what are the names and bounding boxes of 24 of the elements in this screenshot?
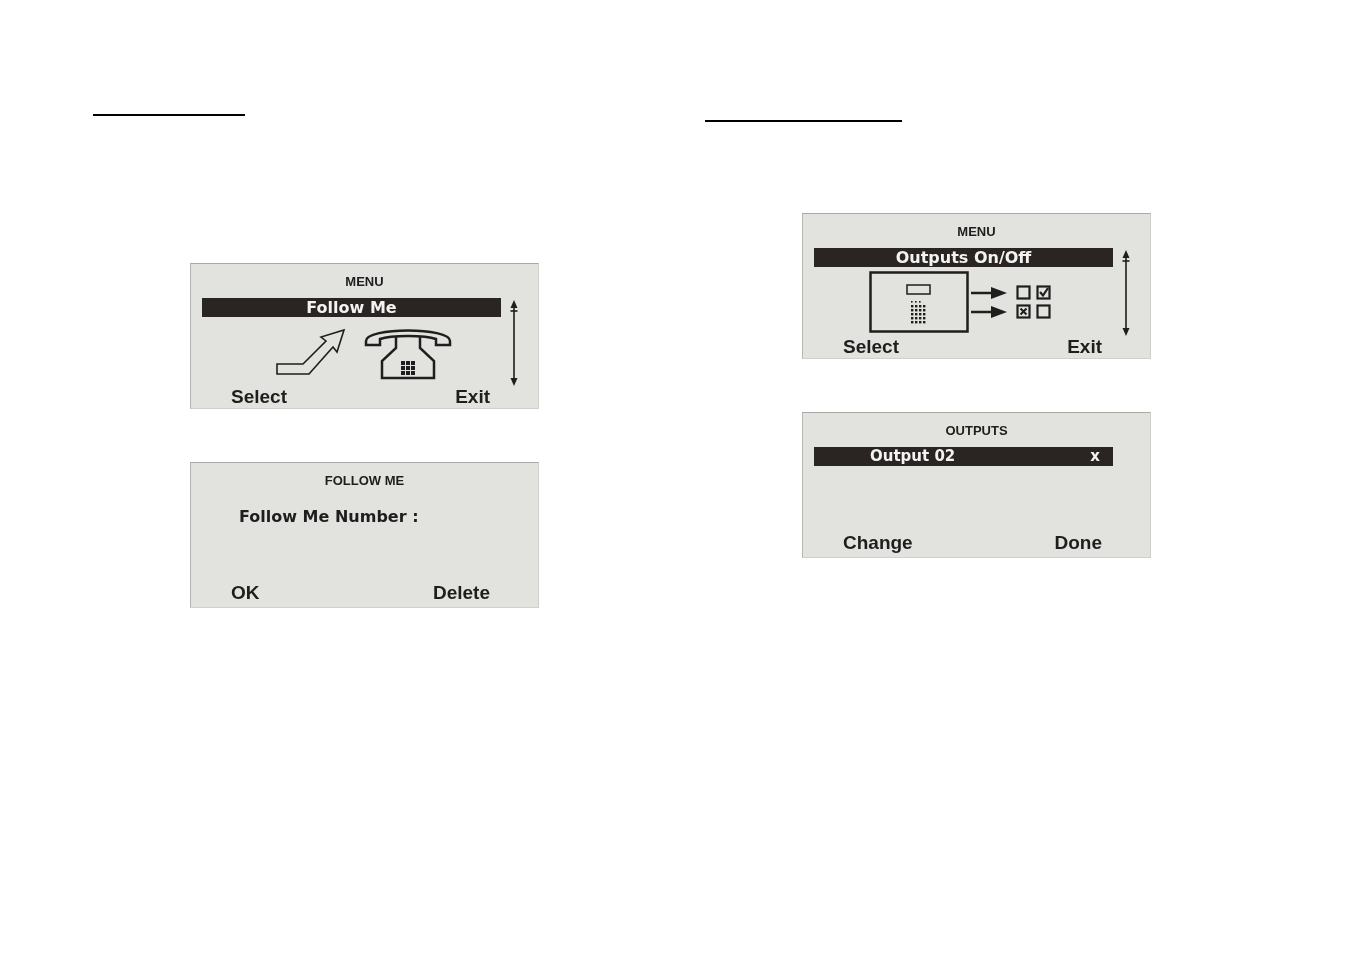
softkey-label: Delete [432, 582, 490, 604]
keypad-device-icon [868, 270, 969, 333]
list-item[interactable]: Output 02 x [814, 447, 1113, 466]
scroll-indicator-icon [509, 300, 519, 386]
screen-title: MENU [345, 274, 384, 289]
screen-title: FOLLOW ME [324, 473, 405, 488]
prompt-label: Follow Me Number : [239, 507, 419, 526]
right-arrows-icon [970, 284, 1007, 319]
softkey-label: Select [843, 336, 899, 358]
softkey-label: Done [1054, 532, 1102, 554]
item-value: x [1090, 447, 1100, 466]
softkey-label: Exit [1067, 336, 1102, 358]
item-label: Output 02 [870, 447, 956, 466]
bent-arrow-icon [276, 327, 346, 376]
scroll-indicator-icon [1121, 250, 1131, 336]
softkey-label: Change [843, 532, 913, 554]
softkey-label: Select [231, 386, 287, 408]
screen-title: MENU [957, 224, 996, 239]
softkey-label: OK [231, 582, 260, 604]
softkey-label: Exit [455, 386, 490, 408]
checkboxes-icon [1015, 284, 1052, 319]
screen-title: OUTPUTS [945, 423, 1008, 438]
menu-item[interactable]: Outputs On/Off [814, 248, 1113, 267]
menu-item[interactable]: Follow Me [202, 298, 501, 317]
